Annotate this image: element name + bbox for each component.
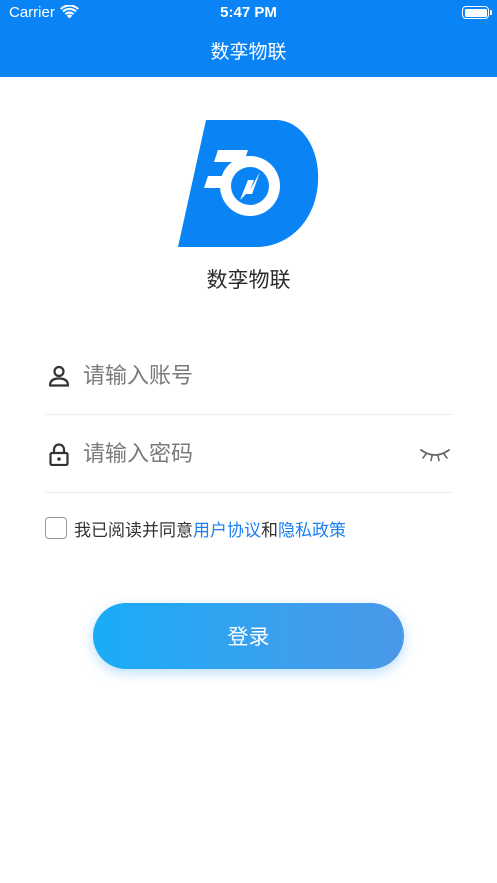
agreement-text: 我已阅读并同意用户协议和隐私政策 [74, 516, 346, 541]
privacy-policy-link[interactable]: 隐私政策 [278, 521, 346, 541]
user-agreement-link[interactable]: 用户协议 [193, 521, 261, 541]
password-input[interactable] [83, 435, 413, 473]
app-header: Carrier 5:47 PM 数孪物联 [0, 0, 497, 77]
password-field [45, 413, 452, 493]
username-field [45, 335, 452, 415]
lock-icon [49, 443, 69, 466]
login-button[interactable]: 登录 [93, 603, 404, 669]
agreement-conjunction: 和 [261, 521, 278, 541]
page-title: 数孪物联 [210, 41, 287, 63]
status-time: 5:47 PM [220, 4, 277, 21]
app-name: 数孪物联 [206, 268, 291, 292]
status-bar: Carrier 5:47 PM [0, 0, 497, 26]
agreement-row: 我已阅读并同意用户协议和隐私政策 [45, 514, 452, 542]
app-logo [178, 120, 319, 247]
username-input[interactable] [83, 357, 413, 395]
agreement-checkbox[interactable] [45, 517, 67, 539]
agreement-prefix: 我已阅读并同意 [74, 521, 193, 541]
person-icon [48, 365, 70, 387]
battery-icon [462, 6, 492, 19]
eye-closed-icon[interactable] [420, 446, 450, 462]
